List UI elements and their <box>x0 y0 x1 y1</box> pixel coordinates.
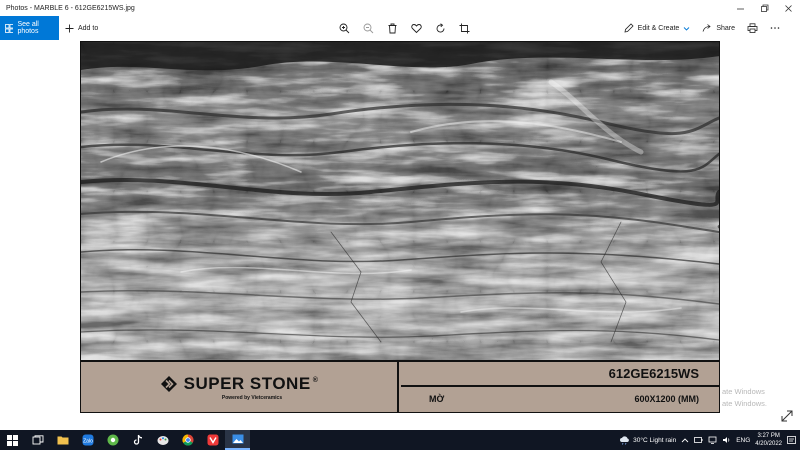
product-size: 600X1200 (MM) <box>634 393 699 404</box>
more-options-button[interactable] <box>770 26 780 30</box>
notifications-icon[interactable] <box>787 435 796 445</box>
clock-date: 4/20/2022 <box>755 441 782 447</box>
clock-time: 3:27 PM <box>757 433 780 439</box>
photos-toolbar: See all photos Add to Edit & Create Shar… <box>0 16 800 40</box>
share-label: Share <box>716 24 735 32</box>
weather-widget[interactable]: 30°C Light rain <box>619 435 677 445</box>
crop-button[interactable] <box>452 16 476 40</box>
svg-text:Zalo: Zalo <box>83 439 93 445</box>
brand-block: SUPER STONE ® Powered by Vietceramics <box>81 362 399 412</box>
watermark-line-2: ate Windows. <box>722 399 768 408</box>
windows-logo-icon <box>7 434 18 446</box>
rotate-icon <box>436 22 444 32</box>
add-to-button[interactable]: Add to <box>65 24 98 33</box>
print-button[interactable] <box>747 23 758 33</box>
paint-palette-icon <box>157 436 168 445</box>
clock[interactable]: 3:27 PM 4/20/2022 <box>755 432 782 448</box>
fullscreen-button[interactable] <box>780 409 794 423</box>
edit-create-button[interactable]: Edit & Create <box>624 23 691 33</box>
zalo-icon: Zalo <box>82 434 93 446</box>
crop-icon <box>459 23 469 33</box>
watermark-line-1: ate Windows <box>722 387 765 396</box>
zoom-in-button[interactable] <box>332 16 356 40</box>
chrome-icon <box>181 434 193 446</box>
share-icon <box>702 24 711 32</box>
paint-app[interactable] <box>150 430 175 450</box>
greenshot-app[interactable] <box>100 430 125 450</box>
file-explorer-app[interactable] <box>50 430 75 450</box>
photos-app[interactable] <box>225 430 250 450</box>
zalo-app[interactable]: Zalo <box>75 430 100 450</box>
delete-icon <box>388 23 396 33</box>
add-to-label: Add to <box>78 24 99 32</box>
close-icon <box>784 4 792 12</box>
battery-icon[interactable] <box>694 436 703 444</box>
minimize-button[interactable] <box>728 0 752 16</box>
share-button[interactable]: Share <box>702 23 735 33</box>
tiktok-app[interactable] <box>125 430 150 450</box>
product-specs: 612GE6215WS MỜ 600X1200 (MM) <box>401 362 719 412</box>
heart-icon <box>410 23 422 33</box>
photos-grid-icon <box>5 23 14 33</box>
expand-icon <box>781 410 793 422</box>
maximize-button[interactable] <box>752 0 776 16</box>
weather-text: 30°C Light rain <box>633 436 677 444</box>
folder-icon <box>57 436 68 445</box>
print-icon <box>747 23 758 33</box>
plus-icon <box>65 24 74 32</box>
tiktok-icon <box>133 434 142 445</box>
super-stone-logo-icon <box>160 375 177 392</box>
zoom-out-icon <box>363 23 373 33</box>
chevron-down-icon <box>683 26 690 31</box>
edit-create-icon <box>624 23 634 33</box>
task-view-button[interactable] <box>25 430 50 450</box>
start-button[interactable] <box>0 430 25 450</box>
minimize-icon <box>736 8 744 9</box>
photos-icon <box>232 434 243 444</box>
zoom-in-icon <box>339 23 349 33</box>
system-tray: 30°C Light rain ENG 3:27 PM 4/20/2022 <box>619 430 800 450</box>
windows-taskbar: Zalo 30°C Light rain ENG 3:27 PM 4/20/20… <box>0 430 800 450</box>
marble-photo <box>81 42 719 360</box>
more-icon <box>770 27 780 29</box>
brand-name: SUPER STONE ® <box>183 373 319 393</box>
brand-tagline: Powered by Vietceramics <box>221 394 283 401</box>
task-view-icon <box>32 435 43 445</box>
zoom-out-button[interactable] <box>356 16 380 40</box>
title-bar: Photos - MARBLE 6 - 612GE6215WS.jpg <box>0 0 800 16</box>
chevron-up-icon[interactable] <box>681 437 689 443</box>
see-all-photos-label: See all photos <box>17 21 39 35</box>
product-label-panel: SUPER STONE ® Powered by Vietceramics 612… <box>81 360 719 412</box>
chrome-app[interactable] <box>175 430 200 450</box>
activate-windows-watermark: ate Windows ate Windows. <box>722 386 767 410</box>
vivaldi-app[interactable] <box>200 430 225 450</box>
see-all-photos-button[interactable]: See all photos <box>0 16 59 40</box>
product-details-row: MỜ 600X1200 (MM) <box>401 387 719 410</box>
product-code: 612GE6215WS <box>401 362 719 387</box>
product-finish: MỜ <box>429 393 445 404</box>
volume-icon[interactable] <box>722 436 731 444</box>
network-icon[interactable] <box>708 436 717 444</box>
vivaldi-icon <box>207 434 218 446</box>
photo-viewer-image[interactable]: SUPER STONE ® Powered by Vietceramics 612… <box>80 41 720 413</box>
favorite-button[interactable] <box>404 16 428 40</box>
rotate-button[interactable] <box>428 16 452 40</box>
greenshot-icon <box>107 434 118 446</box>
language-indicator[interactable]: ENG <box>736 437 750 444</box>
brand-logo: SUPER STONE ® <box>160 374 319 394</box>
registered-mark: ® <box>312 376 319 384</box>
window-title: Photos - MARBLE 6 - 612GE6215WS.jpg <box>6 4 135 12</box>
delete-button[interactable] <box>380 16 404 40</box>
marble-texture <box>81 42 719 360</box>
edit-create-label: Edit & Create <box>637 24 680 32</box>
cloud-rain-icon <box>620 435 630 445</box>
restore-icon <box>760 4 768 12</box>
close-button[interactable] <box>776 0 800 16</box>
